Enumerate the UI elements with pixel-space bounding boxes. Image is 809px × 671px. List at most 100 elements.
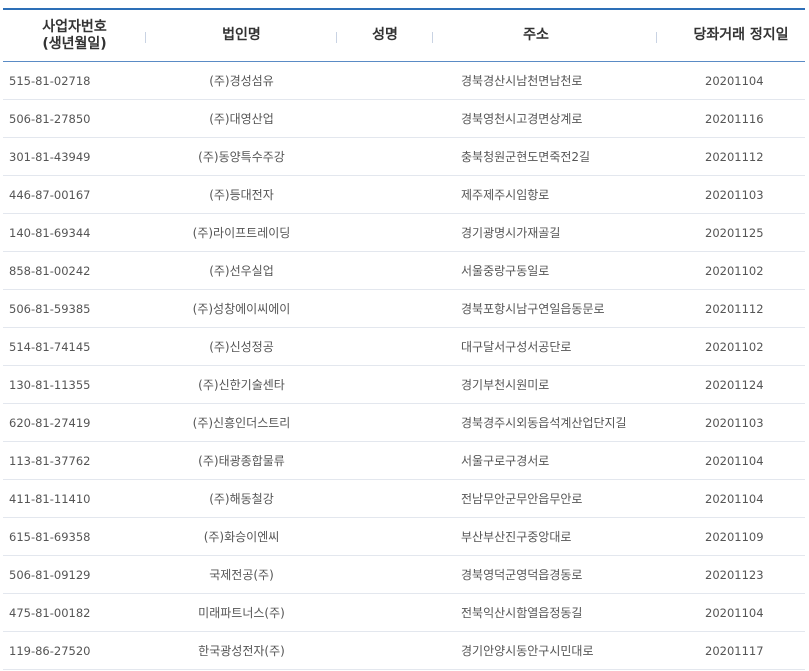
cell-corp-name: (주)성창에이씨에이 <box>146 289 337 328</box>
cell-address: 충북청원군현도면죽전2길 <box>433 137 657 176</box>
cell-biz-no: 515-81-02718 <box>3 61 146 100</box>
cell-biz-no: 858-81-00242 <box>3 251 146 290</box>
header-person-name: 성명 <box>337 10 433 62</box>
table-row: 858-81-00242 (주)선우실업 서울중랑구동일로 20201102 <box>3 251 805 290</box>
cell-address: 경북경산시남천면남천로 <box>433 61 657 100</box>
cell-person-name <box>337 175 433 214</box>
cell-suspension-date: 20201104 <box>657 441 805 480</box>
cell-person-name <box>337 555 433 594</box>
header-suspension-date: 당좌거래 정지일 <box>657 10 805 62</box>
cell-corp-name: 미래파트너스(주) <box>146 593 337 632</box>
cell-biz-no: 506-81-09129 <box>3 555 146 594</box>
cell-suspension-date: 20201103 <box>657 175 805 214</box>
cell-corp-name: (주)등대전자 <box>146 175 337 214</box>
cell-address: 경북영덕군영덕읍경동로 <box>433 555 657 594</box>
table-row: 506-81-59385 (주)성창에이씨에이 경북포항시남구연일읍동문로 20201… <box>3 289 805 328</box>
cell-person-name <box>337 61 433 100</box>
cell-address: 서울중랑구동일로 <box>433 251 657 290</box>
cell-address: 경북영천시고경면상계로 <box>433 99 657 138</box>
cell-suspension-date: 20201102 <box>657 327 805 366</box>
cell-corp-name: (주)화승이엔씨 <box>146 517 337 556</box>
table-row: 506-81-09129 국제전공(주) 경북영덕군영덕읍경동로 20201123 <box>3 555 805 594</box>
header-suspension-date-label: 당좌거래 정지일 <box>693 27 789 43</box>
table-row: 446-87-00167 (주)등대전자 제주제주시임항로 20201103 <box>3 175 805 214</box>
cell-corp-name: (주)태광종합물류 <box>146 441 337 480</box>
cell-corp-name: (주)신흥인더스트리 <box>146 403 337 442</box>
table-row: 113-81-37762 (주)태광종합물류 서울구로구경서로 20201104 <box>3 441 805 480</box>
cell-person-name <box>337 137 433 176</box>
cell-biz-no: 475-81-00182 <box>3 593 146 632</box>
cell-person-name <box>337 213 433 252</box>
suspension-table: 사업자번호 (생년월일) 법인명 성명 주소 당좌거래 정지일 515-81-0… <box>3 10 805 670</box>
table-row: 615-81-69358 (주)화승이엔씨 부산부산진구중앙대로 20201109 <box>3 517 805 556</box>
cell-person-name <box>337 289 433 328</box>
cell-address: 제주제주시임항로 <box>433 175 657 214</box>
cell-address: 경기광명시가재골길 <box>433 213 657 252</box>
cell-person-name <box>337 441 433 480</box>
cell-biz-no: 140-81-69344 <box>3 213 146 252</box>
cell-biz-no: 130-81-11355 <box>3 365 146 404</box>
table-body: 515-81-02718 (주)경성섬유 경북경산시남천면남천로 20201104 50… <box>3 61 805 670</box>
cell-address: 전남무안군무안읍무안로 <box>433 479 657 518</box>
cell-address: 경기부천시원미로 <box>433 365 657 404</box>
cell-suspension-date: 20201123 <box>657 555 805 594</box>
table-header: 사업자번호 (생년월일) 법인명 성명 주소 당좌거래 정지일 <box>3 10 805 62</box>
cell-biz-no: 615-81-69358 <box>3 517 146 556</box>
cell-person-name <box>337 593 433 632</box>
cell-address: 부산부산진구중앙대로 <box>433 517 657 556</box>
cell-person-name <box>337 403 433 442</box>
suspension-table-container: 사업자번호 (생년월일) 법인명 성명 주소 당좌거래 정지일 515-81-0… <box>3 8 805 670</box>
cell-corp-name: 한국광성전자(주) <box>146 631 337 670</box>
cell-suspension-date: 20201104 <box>657 61 805 100</box>
cell-corp-name: (주)신성정공 <box>146 327 337 366</box>
cell-corp-name: (주)경성섬유 <box>146 61 337 100</box>
header-biz-no: 사업자번호 (생년월일) <box>3 10 146 62</box>
cell-person-name <box>337 327 433 366</box>
cell-suspension-date: 20201103 <box>657 403 805 442</box>
cell-address: 경북경주시외동읍석계산업단지길 <box>433 403 657 442</box>
header-corp-name-label: 법인명 <box>222 27 261 43</box>
cell-biz-no: 446-87-00167 <box>3 175 146 214</box>
table-row: 130-81-11355 (주)신한기술센타 경기부천시원미로 20201124 <box>3 365 805 404</box>
cell-corp-name: (주)라이프트레이딩 <box>146 213 337 252</box>
cell-biz-no: 113-81-37762 <box>3 441 146 480</box>
cell-address: 경기안양시동안구시민대로 <box>433 631 657 670</box>
table-row: 506-81-27850 (주)대영산업 경북영천시고경면상계로 20201116 <box>3 99 805 138</box>
cell-suspension-date: 20201116 <box>657 99 805 138</box>
cell-person-name <box>337 251 433 290</box>
table-row: 475-81-00182 미래파트너스(주) 전북익산시함열읍정동길 20201104 <box>3 593 805 632</box>
cell-address: 대구달서구성서공단로 <box>433 327 657 366</box>
cell-suspension-date: 20201124 <box>657 365 805 404</box>
cell-suspension-date: 20201112 <box>657 137 805 176</box>
cell-suspension-date: 20201109 <box>657 517 805 556</box>
cell-biz-no: 411-81-11410 <box>3 479 146 518</box>
table-row: 140-81-69344 (주)라이프트레이딩 경기광명시가재골길 20201125 <box>3 213 805 252</box>
cell-biz-no: 506-81-27850 <box>3 99 146 138</box>
header-biz-no-line2: (생년월일) <box>42 35 107 52</box>
cell-corp-name: (주)대영산업 <box>146 99 337 138</box>
header-biz-no-line1: 사업자번호 <box>42 18 107 35</box>
cell-person-name <box>337 365 433 404</box>
cell-person-name <box>337 479 433 518</box>
table-row: 515-81-02718 (주)경성섬유 경북경산시남천면남천로 20201104 <box>3 61 805 100</box>
cell-suspension-date: 20201125 <box>657 213 805 252</box>
header-address-label: 주소 <box>523 27 549 43</box>
table-row: 301-81-43949 (주)동양특수주강 충북청원군현도면죽전2길 2020111… <box>3 137 805 176</box>
header-person-name-label: 성명 <box>372 27 398 43</box>
cell-address: 전북익산시함열읍정동길 <box>433 593 657 632</box>
cell-corp-name: (주)신한기술센타 <box>146 365 337 404</box>
table-row: 411-81-11410 (주)해동철강 전남무안군무안읍무안로 20201104 <box>3 479 805 518</box>
cell-address: 경북포항시남구연일읍동문로 <box>433 289 657 328</box>
cell-person-name <box>337 99 433 138</box>
cell-suspension-date: 20201117 <box>657 631 805 670</box>
cell-corp-name: (주)동양특수주강 <box>146 137 337 176</box>
cell-suspension-date: 20201104 <box>657 479 805 518</box>
cell-suspension-date: 20201112 <box>657 289 805 328</box>
cell-biz-no: 301-81-43949 <box>3 137 146 176</box>
cell-person-name <box>337 517 433 556</box>
cell-address: 서울구로구경서로 <box>433 441 657 480</box>
cell-biz-no: 119-86-27520 <box>3 631 146 670</box>
cell-suspension-date: 20201104 <box>657 593 805 632</box>
cell-corp-name: (주)선우실업 <box>146 251 337 290</box>
cell-person-name <box>337 631 433 670</box>
